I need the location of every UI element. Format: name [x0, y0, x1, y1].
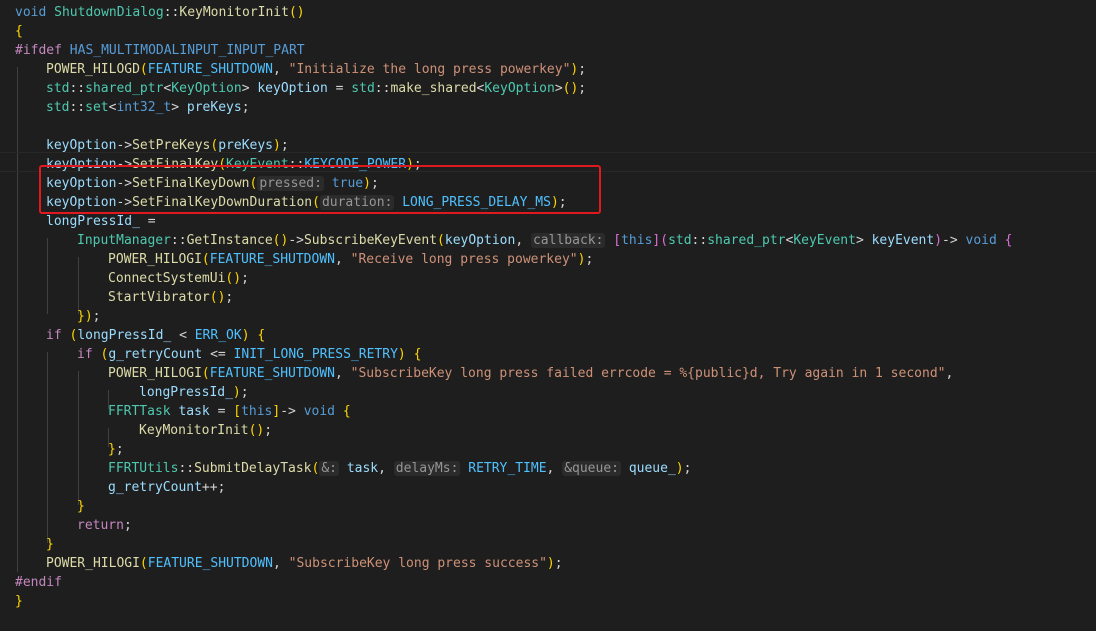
code-line: KeyMonitorInit(); [139, 423, 273, 438]
code-line: longPressId_); [139, 385, 249, 400]
indent-guide [47, 352, 48, 543]
code-line: StartVibrator(); [108, 290, 234, 305]
code-line: { [15, 24, 23, 39]
code-line: longPressId_ = [46, 214, 156, 229]
code-line: }; [108, 442, 124, 457]
code-line: std::set<int32_t> preKeys; [46, 100, 250, 115]
indent-guide [78, 257, 79, 314]
indent-guide [78, 371, 79, 505]
code-line: POWER_HILOGI(FEATURE_SHUTDOWN, "Subscrib… [108, 366, 954, 381]
code-line: } [77, 499, 85, 514]
code-line: g_retryCount++; [108, 480, 226, 495]
code-line: FFRTUtils::SubmitDelayTask(&: task, dela… [108, 461, 692, 476]
code-line: keyOption->SetPreKeys(preKeys); [46, 138, 289, 153]
code-line: InputManager::GetInstance()->SubscribeKe… [77, 233, 1013, 248]
code-line: POWER_HILOGI(FEATURE_SHUTDOWN, "Subscrib… [46, 556, 563, 571]
highlight-box [39, 165, 601, 214]
indent-guide [17, 67, 18, 572]
code-line: POWER_HILOGD(FEATURE_SHUTDOWN, "Initiali… [46, 62, 587, 77]
code-line: return; [77, 518, 132, 533]
code-line: ConnectSystemUi(); [108, 271, 249, 286]
code-line: #ifdef HAS_MULTIMODALINPUT_INPUT_PART [15, 43, 305, 58]
code-editor[interactable]: void ShutdownDialog::KeyMonitorInit() { … [0, 0, 1096, 631]
code-line: POWER_HILOGI(FEATURE_SHUTDOWN, "Receive … [108, 252, 594, 267]
code-line: if (longPressId_ < ERR_OK) { [46, 328, 266, 343]
code-line: if (g_retryCount <= INIT_LONG_PRESS_RETR… [77, 347, 422, 362]
code-line: }); [77, 309, 101, 324]
code-line: FFRTTask task = [this]-> void { [108, 404, 351, 419]
code-line: } [15, 594, 23, 609]
code-line: void ShutdownDialog::KeyMonitorInit() [15, 5, 305, 20]
code-line: std::shared_ptr<KeyOption> keyOption = s… [46, 81, 587, 96]
indent-guide [47, 238, 48, 314]
code-line: } [46, 537, 54, 552]
code-line: #endif [15, 575, 62, 590]
